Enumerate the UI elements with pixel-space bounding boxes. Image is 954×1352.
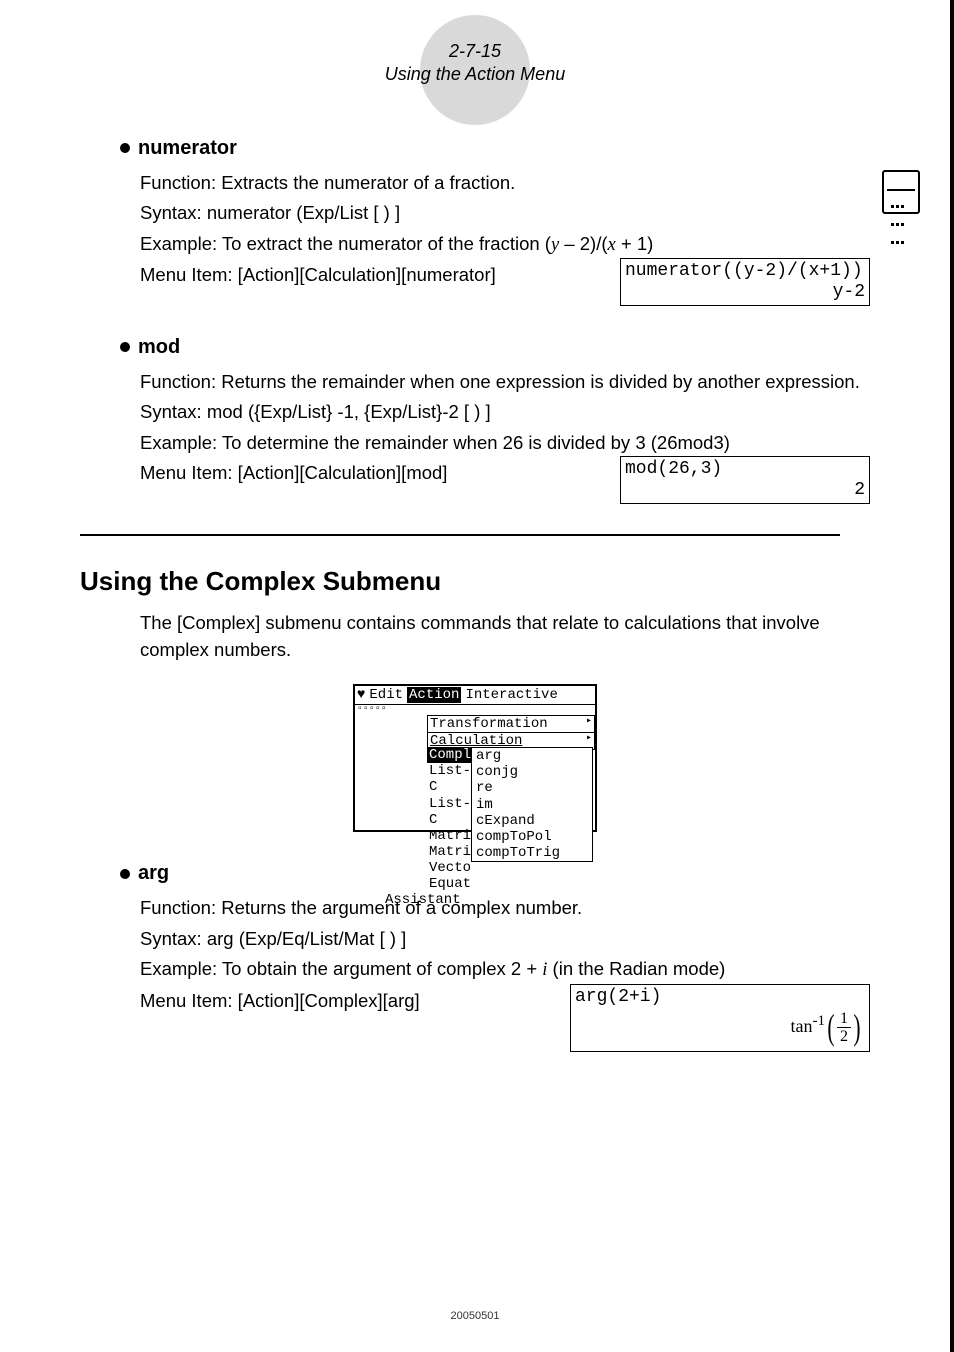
example-line: Example: To obtain the argument of compl…	[140, 954, 870, 986]
item-title: mod	[138, 336, 180, 359]
menu-line: Menu Item: [Action][Complex][arg]	[140, 990, 420, 1011]
item-title: numerator	[138, 137, 237, 160]
syntax-line: Syntax: arg (Exp/Eq/List/Mat [ ) ]	[140, 924, 870, 955]
menu-screenshot: ♥ Edit Action Interactive ▫▫▫▫▫ Transfor…	[353, 684, 597, 832]
function-line: Function: Extracts the numerator of a fr…	[140, 168, 870, 199]
menu-line: Menu Item: [Action][Calculation][mod]	[140, 462, 447, 483]
syntax-line: Syntax: numerator (Exp/List [ ) ]	[140, 198, 870, 229]
section-intro: The [Complex] submenu contains commands …	[140, 609, 870, 665]
calc-screen-numerator: numerator((y-2)/(x+1)) y-2	[620, 258, 870, 305]
divider	[80, 534, 840, 536]
footer-code: 20050501	[0, 1310, 950, 1322]
calc-screen-mod: mod(26,3) 2	[620, 456, 870, 503]
example-line: Example: To extract the numerator of the…	[140, 229, 870, 261]
bullet-icon	[120, 143, 130, 153]
section-numerator: numerator Function: Extracts the numerat…	[80, 137, 870, 306]
section-heading: Using the Complex Submenu	[80, 566, 870, 597]
item-title: arg	[138, 862, 169, 885]
calc-screen-arg: arg(2+i) tan-1(12)	[570, 984, 870, 1052]
page-title: Using the Action Menu	[80, 63, 870, 86]
example-line: Example: To determine the remainder when…	[140, 428, 870, 459]
page-header: 2-7-15 Using the Action Menu	[80, 30, 870, 87]
page-ref: 2-7-15	[80, 40, 870, 63]
syntax-line: Syntax: mod ({Exp/List} -1, {Exp/List}-2…	[140, 397, 870, 428]
function-line: Function: Returns the remainder when one…	[140, 367, 870, 398]
bullet-icon	[120, 342, 130, 352]
menu-line: Menu Item: [Action][Calculation][numerat…	[140, 264, 496, 285]
function-line: Function: Returns the argument of a comp…	[140, 893, 870, 924]
section-mod: mod Function: Returns the remainder when…	[80, 336, 870, 504]
bullet-icon	[120, 869, 130, 879]
